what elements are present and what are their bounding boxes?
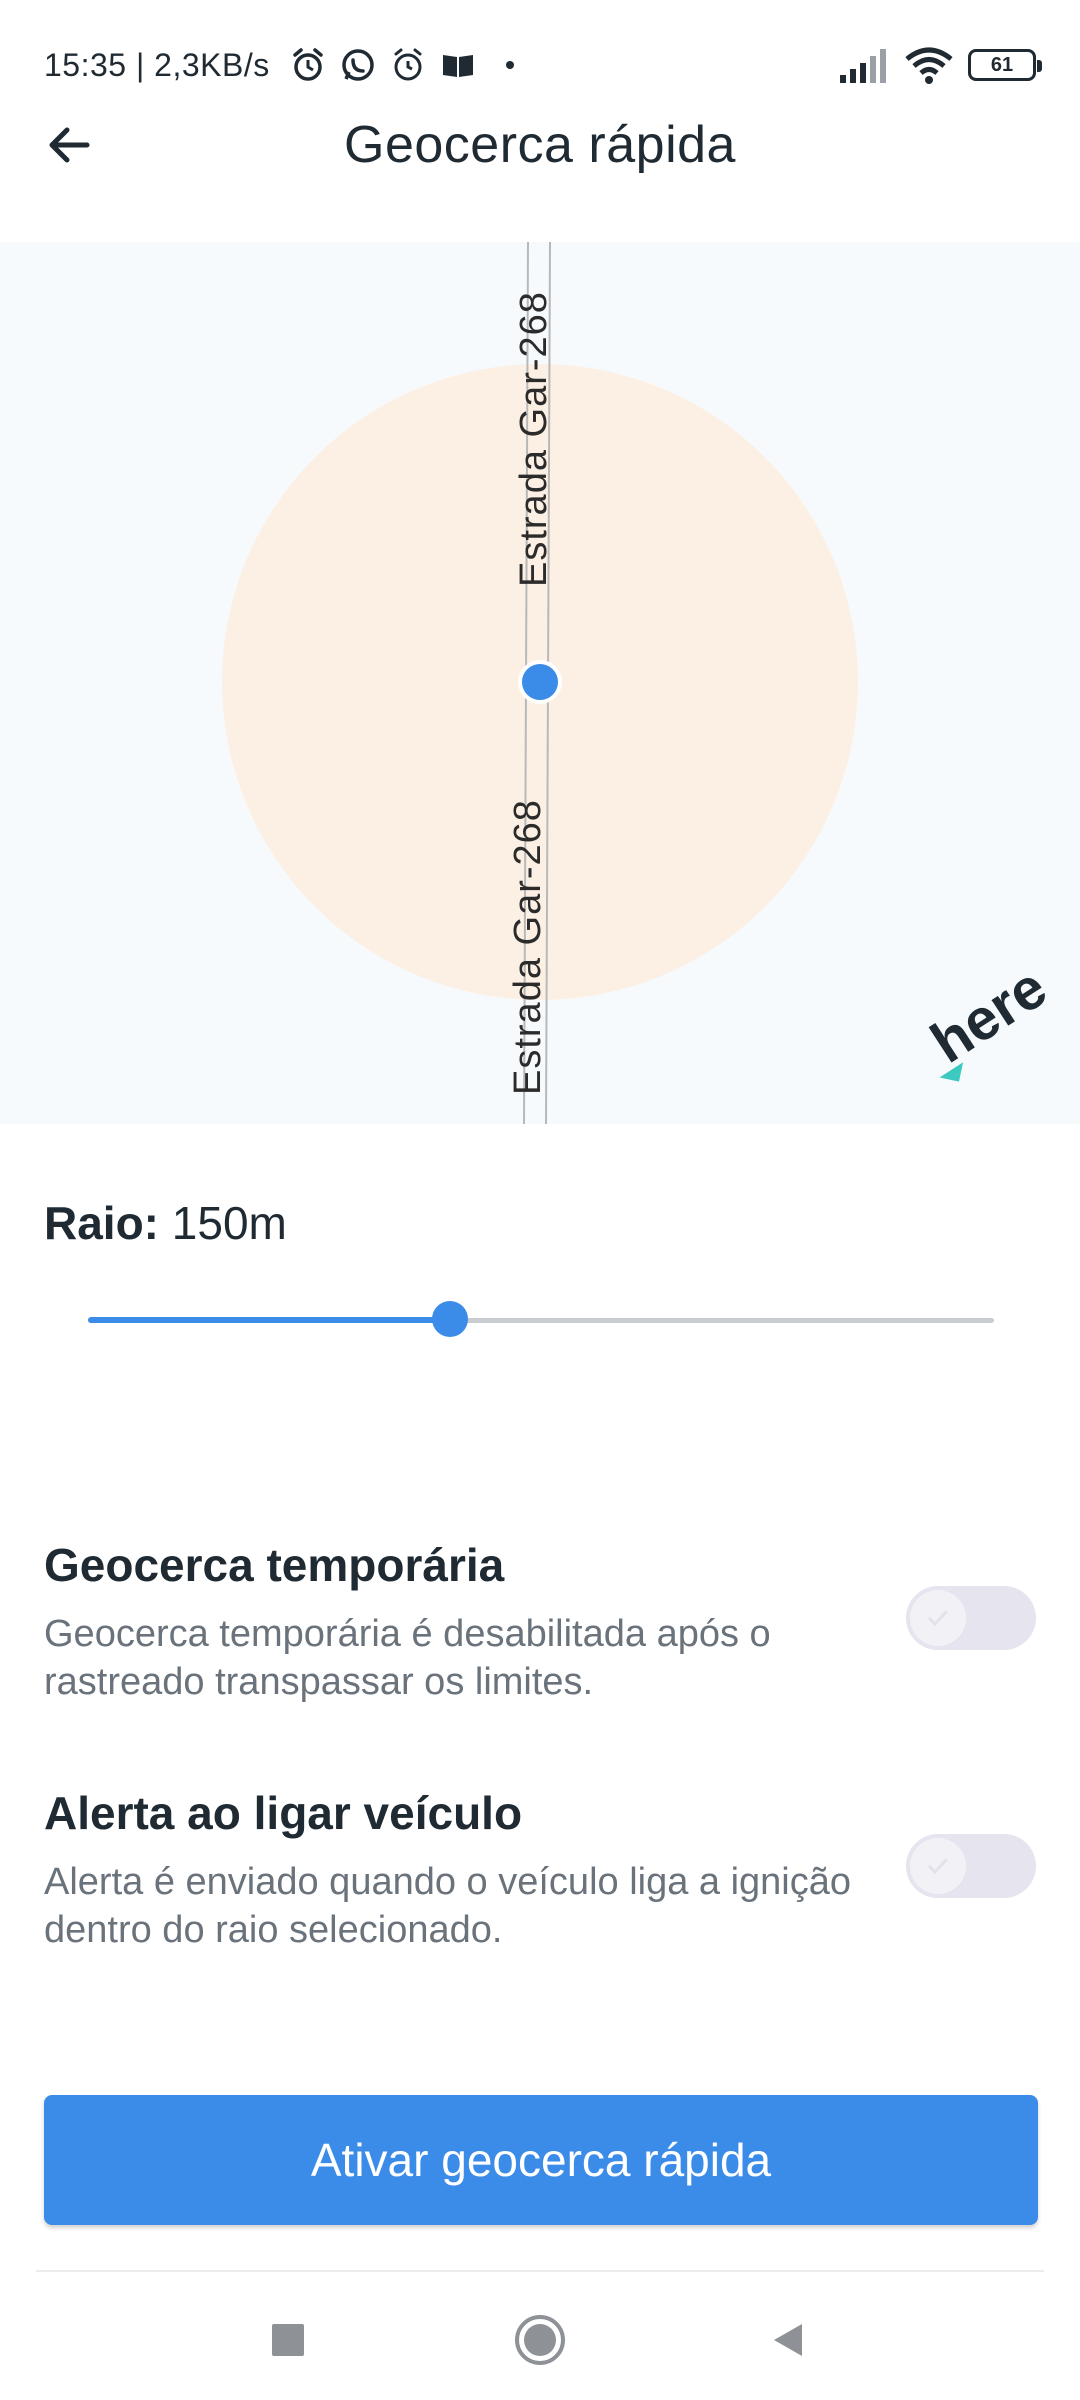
battery-level: 61: [990, 53, 1014, 76]
option-description: Geocerca temporária é desabilitada após …: [44, 1613, 771, 1703]
temporary-geofence-toggle[interactable]: [906, 1586, 1036, 1650]
radius-slider[interactable]: [88, 1300, 994, 1340]
option-ignition-alert: Alerta ao ligar veículo Alerta é enviado…: [44, 1786, 1044, 1954]
option-description: Alerta é enviado quando o veículo liga a…: [44, 1861, 852, 1951]
page-title: Geocerca rápida: [344, 116, 736, 174]
divider: [36, 2270, 1044, 2272]
home-button[interactable]: [508, 2308, 572, 2372]
notification-icons: [288, 45, 514, 85]
radius-label-title: Raio:: [44, 1197, 159, 1249]
check-icon: [927, 1857, 949, 1875]
status-time: 15:35 | 2,3KB/s: [44, 46, 270, 83]
back-nav-button[interactable]: [756, 2308, 820, 2372]
wifi-icon: [905, 47, 953, 84]
recents-button[interactable]: [256, 2308, 320, 2372]
check-icon: [927, 1609, 949, 1627]
battery-icon: 61: [968, 49, 1042, 81]
slider-thumb[interactable]: [432, 1301, 469, 1337]
map-canvas: Estrada Gar-268 Estrada Gar-268 here: [222, 242, 1058, 1124]
triangle-back-icon: [774, 2324, 802, 2356]
activate-geofence-button[interactable]: Ativar geocerca rápida: [44, 2095, 1038, 2225]
road-label-top: Estrada Gar-268: [513, 291, 555, 587]
location-marker[interactable]: [518, 660, 562, 704]
option-title: Alerta ao ligar veículo: [44, 1787, 523, 1839]
back-button[interactable]: [36, 112, 102, 178]
whatsapp-icon: [341, 49, 374, 81]
road-label-bottom: Estrada Gar-268: [507, 799, 549, 1095]
status-left: 15:35 | 2,3KB/s: [44, 45, 514, 85]
radius-label: Raio: 150m: [44, 1196, 287, 1250]
ignition-alert-toggle[interactable]: [906, 1834, 1036, 1898]
system-nav-bar: [0, 2280, 1080, 2400]
slider-fill: [88, 1317, 451, 1323]
option-temporary-geofence: Geocerca temporária Geocerca temporária …: [44, 1538, 1044, 1706]
circle-home-icon: [515, 2315, 565, 2365]
here-logo: here: [920, 954, 1058, 1082]
map-view[interactable]: Estrada Gar-268 Estrada Gar-268 here: [0, 242, 1080, 1124]
arrow-left-icon: [49, 127, 90, 163]
status-right: 61: [838, 45, 1042, 85]
book-icon: [442, 55, 473, 77]
square-recents-icon: [272, 2324, 304, 2356]
status-dot: [505, 61, 514, 69]
toggle-knob: [910, 1590, 966, 1646]
signal-icon: [840, 49, 886, 83]
alarm-clock-icon: [394, 48, 422, 81]
app-header: Geocerca rápida: [0, 100, 1080, 190]
radius-value: 150m: [171, 1197, 287, 1249]
here-logo-text: here: [920, 954, 1058, 1075]
alarm-icon: [292, 48, 323, 81]
option-title: Geocerca temporária: [44, 1539, 505, 1591]
toggle-knob: [910, 1838, 966, 1894]
